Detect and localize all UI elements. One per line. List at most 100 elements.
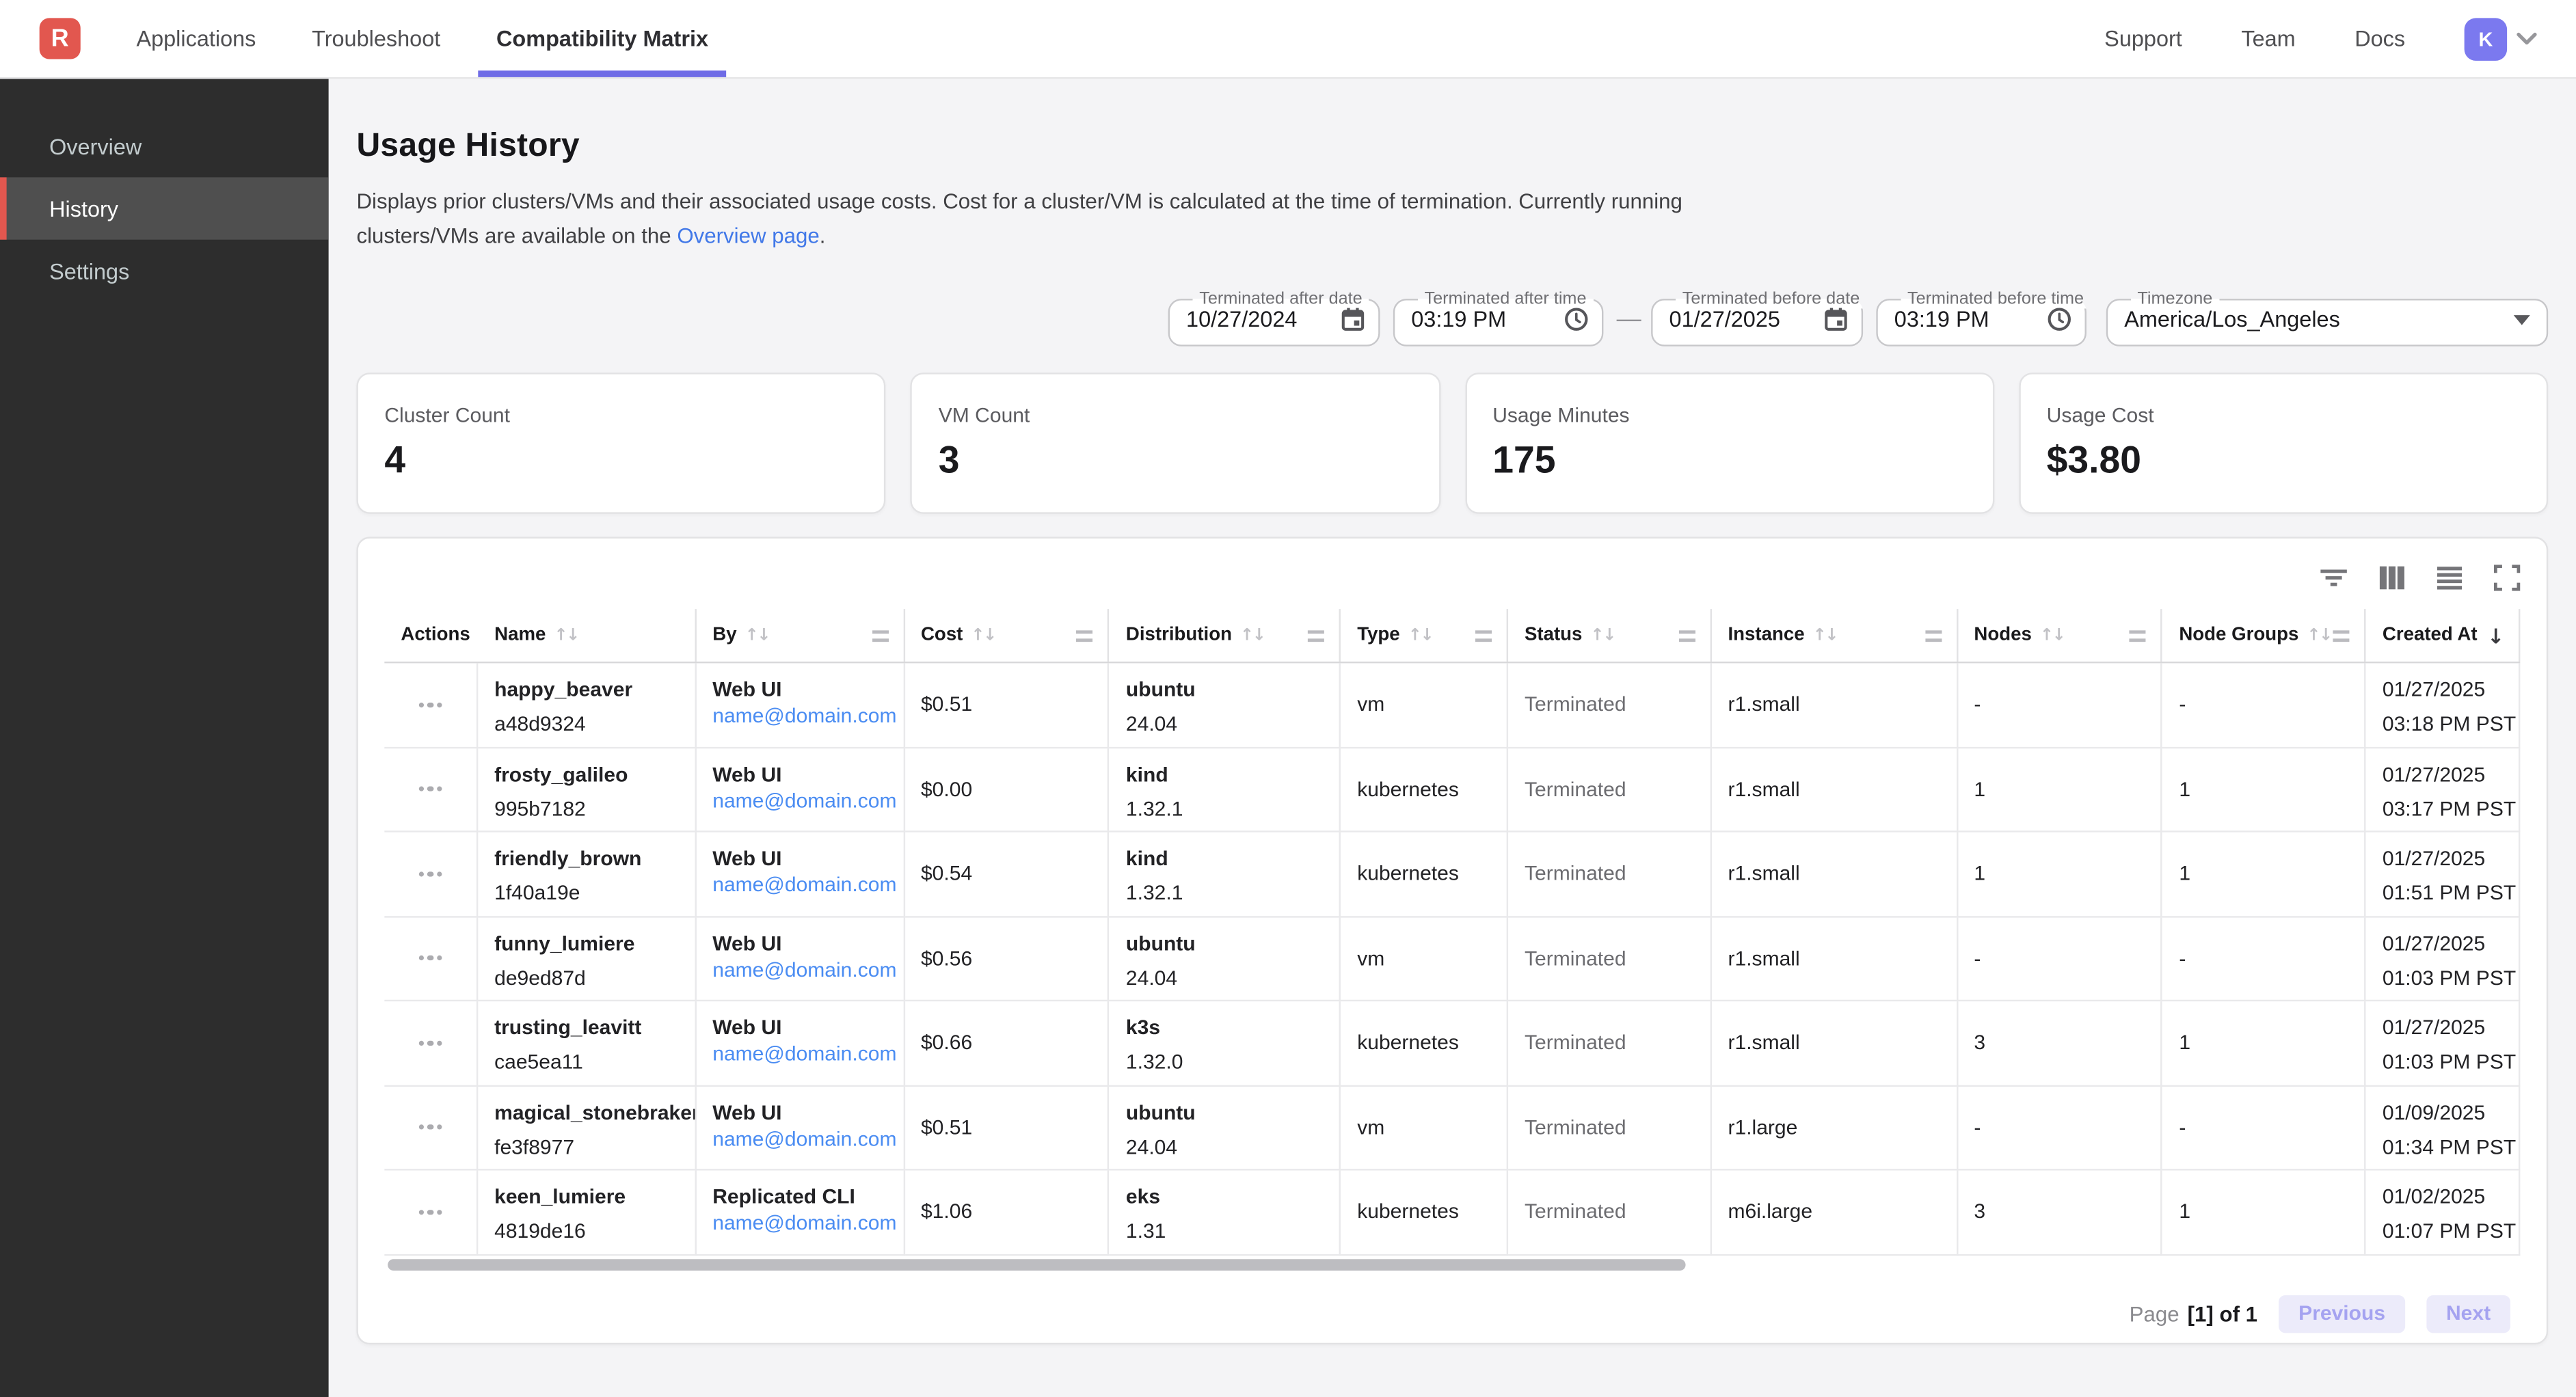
by-primary: Replicated CLI xyxy=(712,1184,896,1210)
column-header-name[interactable]: Name↑↓ xyxy=(478,609,696,662)
sort-icon[interactable]: ↑↓ xyxy=(554,626,578,644)
density-icon[interactable] xyxy=(2437,565,2463,591)
next-page-button[interactable]: Next xyxy=(2426,1294,2510,1332)
sort-icon[interactable]: ↑↓ xyxy=(745,626,769,644)
row-actions-icon[interactable] xyxy=(418,1125,442,1130)
column-header-created_at[interactable]: Created At↓ xyxy=(2366,609,2521,662)
column-menu-icon[interactable] xyxy=(2130,629,2146,641)
sort-icon[interactable]: ↑↓ xyxy=(1590,626,1614,644)
timezone-select[interactable]: Timezone America/Los_Angeles xyxy=(2106,290,2548,347)
sort-desc-icon[interactable]: ↓ xyxy=(2487,623,2504,648)
row-actions-icon[interactable] xyxy=(418,787,442,792)
sort-icon[interactable]: ↑↓ xyxy=(971,626,995,644)
sidebar-item-settings[interactable]: Settings xyxy=(0,240,329,302)
nav-link-support[interactable]: Support xyxy=(2104,26,2182,51)
email-link[interactable]: name@domain.com xyxy=(712,1212,896,1235)
sort-icon[interactable]: ↑↓ xyxy=(1813,626,1837,644)
sort-icon[interactable]: ↑↓ xyxy=(1408,626,1432,644)
distribution-secondary: 24.04 xyxy=(1126,964,1332,990)
filter-icon[interactable] xyxy=(2320,565,2348,591)
column-menu-icon[interactable] xyxy=(1475,629,1492,641)
terminated-before-date-value[interactable]: 01/27/2025 xyxy=(1669,307,1780,331)
column-header-node_groups[interactable]: Node Groups↑↓ xyxy=(2162,609,2366,662)
column-header-distribution[interactable]: Distribution↑↓ xyxy=(1110,609,1341,662)
stat-label: Usage Minutes xyxy=(1492,404,1966,427)
user-menu[interactable]: K xyxy=(2465,17,2538,59)
horizontal-scrollbar-thumb[interactable] xyxy=(388,1258,1685,1270)
cost-value: $0.00 xyxy=(921,776,972,802)
sidebar-item-overview[interactable]: Overview xyxy=(0,115,329,177)
terminated-before-date-field[interactable]: Terminated before date 01/27/2025 xyxy=(1651,290,1863,347)
clock-icon[interactable] xyxy=(2047,307,2071,331)
column-menu-icon[interactable] xyxy=(872,629,888,641)
column-header-nodes[interactable]: Nodes↑↓ xyxy=(1957,609,2162,662)
table-row: magical_stonebrakerfe3f8977Web UIname@do… xyxy=(384,1086,2520,1171)
tab-compatibility-matrix[interactable]: Compatibility Matrix xyxy=(496,0,708,77)
cell-cost: $0.51 xyxy=(904,663,1110,748)
distribution-secondary: 24.04 xyxy=(1126,711,1332,737)
calendar-icon[interactable] xyxy=(1341,307,1365,331)
row-actions-icon[interactable] xyxy=(418,702,442,707)
column-header-cost[interactable]: Cost↑↓ xyxy=(904,609,1110,662)
created_at-primary: 01/02/2025 xyxy=(2383,1184,2512,1210)
sidebar-item-history[interactable]: History xyxy=(0,177,329,239)
chevron-down-icon[interactable] xyxy=(2515,31,2538,46)
calendar-icon[interactable] xyxy=(1823,307,1848,331)
stat-value: 4 xyxy=(384,438,858,483)
row-actions-icon[interactable] xyxy=(418,955,442,961)
fullscreen-icon[interactable] xyxy=(2494,565,2520,591)
cell-actions xyxy=(384,917,478,1001)
column-header-instance[interactable]: Instance↑↓ xyxy=(1711,609,1957,662)
sort-icon[interactable]: ↑↓ xyxy=(1240,626,1264,644)
terminated-after-date-field[interactable]: Terminated after date 10/27/2024 xyxy=(1168,290,1380,347)
email-link[interactable]: name@domain.com xyxy=(712,873,896,897)
clock-icon[interactable] xyxy=(1564,307,1589,331)
sort-icon[interactable]: ↑↓ xyxy=(2307,626,2331,644)
created_at-primary: 01/09/2025 xyxy=(2383,1099,2512,1125)
email-link[interactable]: name@domain.com xyxy=(712,1127,896,1150)
column-menu-icon[interactable] xyxy=(1308,629,1324,641)
column-header-status[interactable]: Status↑↓ xyxy=(1508,609,1712,662)
timezone-value[interactable]: America/Los_Angeles xyxy=(2124,307,2340,331)
row-actions-icon[interactable] xyxy=(418,1209,442,1215)
cell-cost: $0.51 xyxy=(904,1086,1110,1171)
dropdown-arrow-icon[interactable] xyxy=(2514,314,2530,324)
terminated-after-time-value[interactable]: 03:19 PM xyxy=(1411,307,1506,331)
column-menu-icon[interactable] xyxy=(1077,629,1093,641)
tab-troubleshoot[interactable]: Troubleshoot xyxy=(312,0,440,77)
replicated-logo[interactable]: R xyxy=(40,18,81,59)
row-actions-icon[interactable] xyxy=(418,1040,442,1046)
cell-type: kubernetes xyxy=(1341,748,1508,832)
column-menu-icon[interactable] xyxy=(2333,629,2350,641)
terminated-before-time-value[interactable]: 03:19 PM xyxy=(1894,307,1989,331)
column-header-type[interactable]: Type↑↓ xyxy=(1341,609,1508,662)
row-actions-icon[interactable] xyxy=(418,871,442,877)
table-row: frosty_galileo995b7182Web UIname@domain.… xyxy=(384,748,2520,832)
created_at-secondary: 03:17 PM PST xyxy=(2383,796,2512,822)
distribution-primary: eks xyxy=(1126,1184,1332,1210)
columns-icon[interactable] xyxy=(2379,565,2405,591)
column-menu-icon[interactable] xyxy=(1924,629,1941,641)
email-link[interactable]: name@domain.com xyxy=(712,704,896,727)
nav-link-docs[interactable]: Docs xyxy=(2354,26,2405,51)
type-value: vm xyxy=(1357,692,1384,718)
cell-name: funny_lumierede9ed87d xyxy=(478,917,696,1001)
overview-page-link[interactable]: Overview page xyxy=(677,223,819,248)
terminated-before-time-field[interactable]: Terminated before time 03:19 PM xyxy=(1876,290,2087,347)
nav-link-team[interactable]: Team xyxy=(2241,26,2295,51)
email-link[interactable]: name@domain.com xyxy=(712,789,896,812)
instance-value: r1.small xyxy=(1728,776,1799,802)
name-secondary: 1f40a19e xyxy=(494,880,688,906)
terminated-after-date-value[interactable]: 10/27/2024 xyxy=(1186,307,1297,331)
avatar[interactable]: K xyxy=(2465,17,2507,59)
sort-icon[interactable]: ↑↓ xyxy=(2040,626,2064,644)
email-link[interactable]: name@domain.com xyxy=(712,1042,896,1066)
tab-applications[interactable]: Applications xyxy=(136,0,256,77)
terminated-after-time-field[interactable]: Terminated after time 03:19 PM xyxy=(1393,290,1604,347)
distribution-primary: k3s xyxy=(1126,1014,1332,1040)
column-menu-icon[interactable] xyxy=(1678,629,1695,641)
cell-by: Web UIname@domain.com xyxy=(696,663,904,748)
column-header-by[interactable]: By↑↓ xyxy=(696,609,904,662)
email-link[interactable]: name@domain.com xyxy=(712,958,896,981)
previous-page-button[interactable]: Previous xyxy=(2279,1294,2405,1332)
